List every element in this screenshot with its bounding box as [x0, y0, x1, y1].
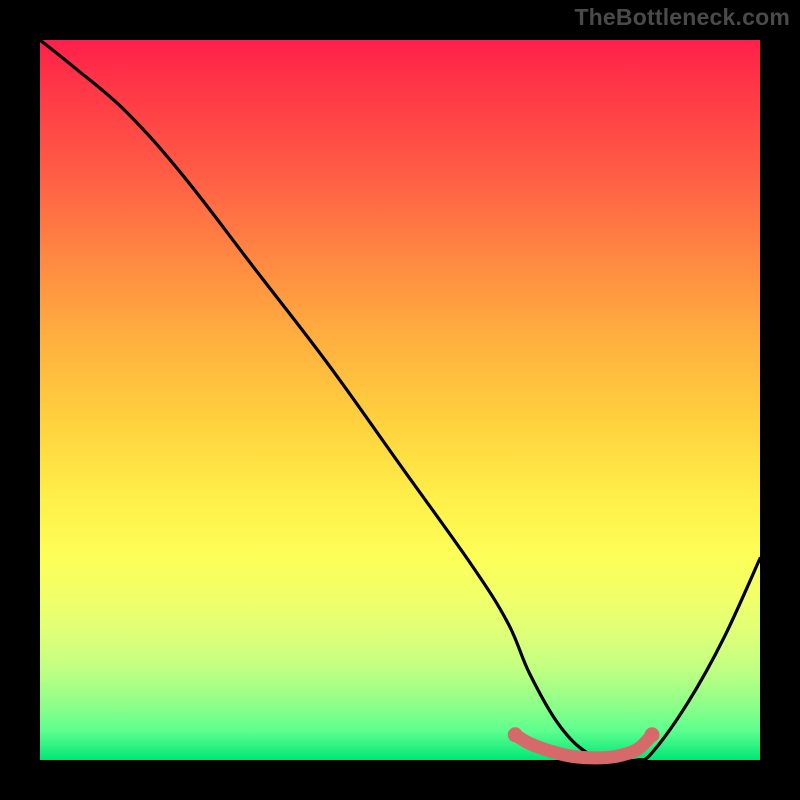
curve-layer: [40, 40, 760, 760]
watermark-text: TheBottleneck.com: [574, 4, 790, 31]
bottleneck-curve-path: [40, 40, 760, 761]
chart-frame: TheBottleneck.com: [0, 0, 800, 800]
highlight-end-dot: [508, 727, 523, 742]
highlight-end-dot: [645, 727, 660, 742]
plot-area: [40, 40, 760, 760]
highlight-band-path: [515, 735, 652, 758]
